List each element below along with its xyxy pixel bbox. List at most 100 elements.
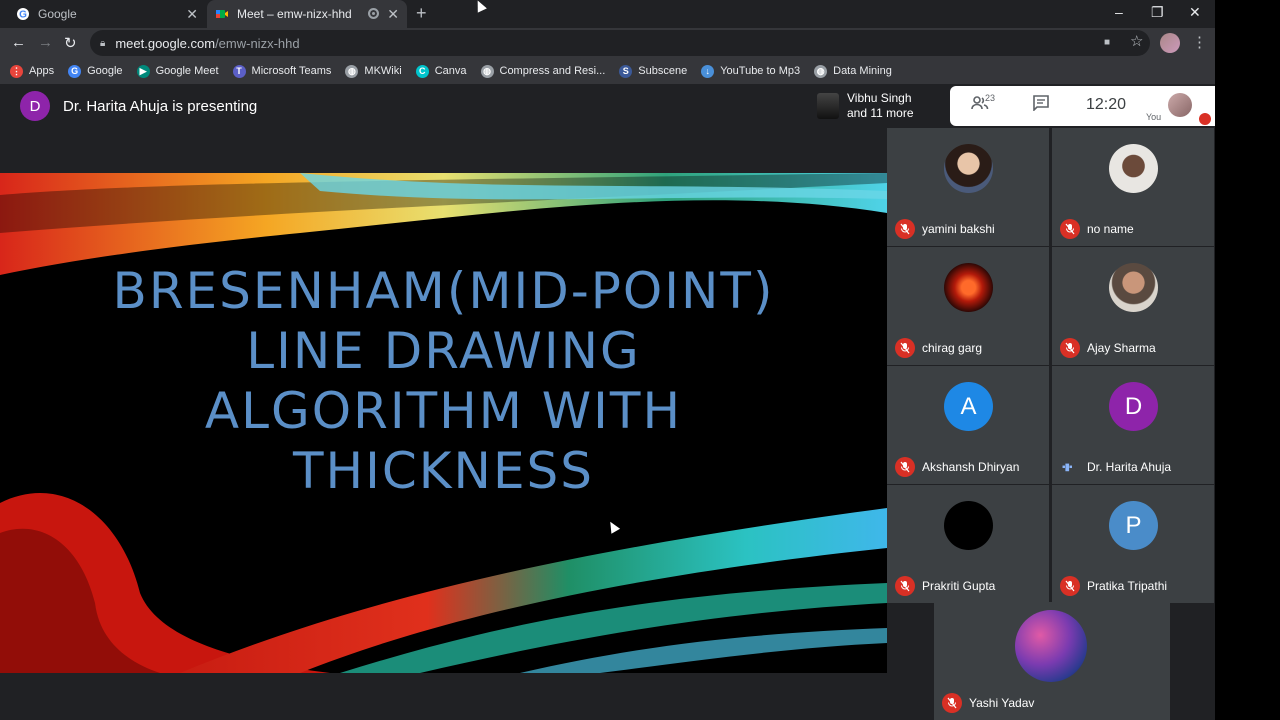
bookmark-item[interactable]: S Subscene <box>619 64 688 78</box>
participant-tile[interactable]: A Akshansh Dhiryan <box>887 366 1049 484</box>
profile-avatar[interactable] <box>1160 33 1180 53</box>
slide-title-line: LINE DRAWING <box>246 322 641 380</box>
participant-tile[interactable]: Prakriti Gupta <box>887 485 1049 603</box>
google-icon: G <box>16 7 30 21</box>
bookmark-item[interactable]: G Google <box>68 64 123 78</box>
self-avatar[interactable] <box>1168 93 1192 117</box>
participant-name: yamini bakshi <box>922 222 995 236</box>
maximize-icon[interactable]: ❐ <box>1151 4 1164 21</box>
presentation-slide: BRESENHAM(MID-POINT) LINE DRAWING ALGORI… <box>0 173 887 673</box>
meet-icon <box>215 7 229 21</box>
avatar <box>1109 263 1158 312</box>
svg-text:G: G <box>19 10 27 21</box>
download-icon: ↓ <box>701 64 715 78</box>
mic-off-icon <box>1060 576 1080 596</box>
camera-icon[interactable]: ■ <box>1104 37 1110 48</box>
bookmark-label: Apps <box>29 65 55 77</box>
participant-tile[interactable]: Ajay Sharma <box>1052 247 1214 365</box>
bookmark-label: Data Mining <box>833 65 892 77</box>
thumbnail <box>817 93 839 119</box>
url-host: meet.google.com <box>115 35 216 51</box>
meet-top-bar: Vibhu Singh and 11 more 23 12:20 You <box>807 86 1215 126</box>
bookmark-label: MKWiki <box>364 65 402 77</box>
presenter-banner: D Dr. Harita Ahuja is presenting <box>0 84 807 128</box>
canva-icon: C <box>415 64 429 78</box>
close-window-icon[interactable]: ✕ <box>1189 4 1201 21</box>
avatar <box>944 144 993 193</box>
chat-icon[interactable] <box>1032 95 1050 116</box>
globe-icon: ◍ <box>814 64 828 78</box>
avatar <box>944 501 993 550</box>
bookmark-item[interactable]: ◍ Data Mining <box>814 64 892 78</box>
participant-name: Dr. Harita Ahuja <box>1087 460 1172 474</box>
tab-strip: G Google ✕ Meet – emw-nizx-hhd ✕ + – ❐ ✕ <box>0 0 1215 28</box>
bookmark-item[interactable]: ▶ Google Meet <box>136 64 219 78</box>
bookmark-label: YouTube to Mp3 <box>720 65 801 77</box>
forward-arrow-icon[interactable]: → <box>38 34 53 51</box>
lock-icon: 🔒︎ <box>100 37 106 49</box>
tab-google[interactable]: G Google ✕ <box>8 0 206 28</box>
recording-icon <box>368 8 379 19</box>
mic-off-icon <box>895 576 915 596</box>
mic-off-icon <box>1199 113 1211 125</box>
avatar <box>1015 610 1087 682</box>
slide-title-line: ALGORITHM WITH <box>204 382 683 440</box>
mic-off-icon <box>895 338 915 358</box>
google-icon: G <box>68 64 82 78</box>
new-tab-button[interactable]: + <box>416 3 427 24</box>
participant-tile[interactable]: D ▪▮▪ Dr. Harita Ahuja <box>1052 366 1214 484</box>
bookmark-item[interactable]: ◍ Compress and Resi... <box>480 64 606 78</box>
bookmark-label: Compress and Resi... <box>499 65 606 77</box>
participant-name: chirag garg <box>922 341 983 355</box>
minimize-icon[interactable]: – <box>1115 4 1123 20</box>
participant-tile[interactable]: chirag garg <box>887 247 1049 365</box>
tab-meet[interactable]: Meet – emw-nizx-hhd ✕ <box>207 0 407 28</box>
bookmark-item[interactable]: ⋮ Apps <box>10 64 55 78</box>
meet-icon: ▶ <box>136 64 150 78</box>
mic-off-icon <box>1060 219 1080 239</box>
pinned-tile[interactable]: Vibhu Singh and 11 more <box>807 86 950 126</box>
bookmark-item[interactable]: T Microsoft Teams <box>232 64 332 78</box>
address-bar[interactable]: 🔒︎ meet.google.com/emw-nizx-hhd <box>90 30 1150 56</box>
back-arrow-icon[interactable]: ← <box>11 34 26 51</box>
bookmark-item[interactable]: ↓ YouTube to Mp3 <box>701 64 801 78</box>
bookmark-label: Microsoft Teams <box>251 65 332 77</box>
slide-title: BRESENHAM(MID-POINT) LINE DRAWING ALGORI… <box>0 261 887 501</box>
meeting-clock: 12:20 <box>1086 96 1127 113</box>
participant-tile[interactable]: P Pratika Tripathi <box>1052 485 1214 603</box>
close-tab-icon[interactable]: ✕ <box>186 6 198 23</box>
mic-off-icon <box>1060 338 1080 358</box>
mic-off-icon <box>895 457 915 477</box>
avatar: D <box>20 91 50 121</box>
bookmark-label: Subscene <box>638 65 688 77</box>
participant-tile[interactable]: yamini bakshi <box>887 128 1049 246</box>
participant-tile[interactable]: no name <box>1052 128 1214 246</box>
mic-off-icon <box>895 219 915 239</box>
pinned-more: and 11 more <box>847 106 914 120</box>
tab-title: Google <box>38 7 77 21</box>
bookmark-label: Canva <box>434 65 467 77</box>
star-icon[interactable]: ☆ <box>1130 32 1143 50</box>
teams-icon: T <box>232 64 246 78</box>
globe-icon: ◍ <box>345 64 359 78</box>
bookmark-label: Google Meet <box>155 65 219 77</box>
bookmark-item[interactable]: C Canva <box>415 64 467 78</box>
you-label: You <box>1146 112 1162 122</box>
reload-icon[interactable]: ↻ <box>64 34 77 52</box>
participant-tile[interactable]: Yashi Yadav <box>934 602 1170 720</box>
bookmarks-bar: ⋮ Apps G Google ▶ Google Meet T Microsoft Teams… <box>0 58 1215 84</box>
participant-name: Akshansh Dhiryan <box>922 460 1020 474</box>
participant-name: Prakriti Gupta <box>922 579 996 593</box>
close-tab-icon[interactable]: ✕ <box>387 6 399 23</box>
menu-dots-icon[interactable]: ⋮ <box>1192 33 1207 51</box>
participant-count: 23 <box>985 93 996 103</box>
apps-icon: ⋮ <box>10 64 23 78</box>
participant-name: Ajay Sharma <box>1087 341 1156 355</box>
speaking-indicator-icon: ▪▮▪ <box>1062 462 1073 473</box>
participant-name: Yashi Yadav <box>969 696 1035 710</box>
bookmark-item[interactable]: ◍ MKWiki <box>345 64 402 78</box>
meet-controls: 23 12:20 You <box>950 86 1215 126</box>
avatar: P <box>1109 501 1158 550</box>
letterbox <box>1215 0 1280 720</box>
avatar <box>944 263 993 312</box>
